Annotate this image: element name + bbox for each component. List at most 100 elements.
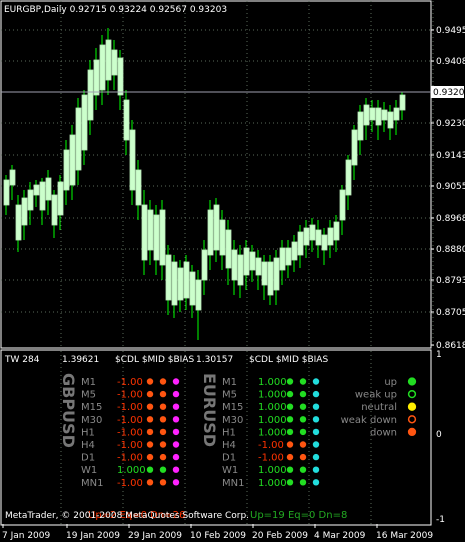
signal-dot: [286, 441, 294, 448]
signal-dot: [299, 390, 307, 398]
candle-body: [189, 271, 196, 306]
candles: [3, 28, 406, 340]
candle-body: [183, 261, 190, 299]
timeframe-value: -1.00: [117, 478, 143, 489]
price-axis-label: 0.87930: [436, 276, 465, 286]
legend-label: weak up: [355, 390, 397, 401]
signal-dot: [146, 441, 154, 448]
candle-body: [309, 224, 316, 241]
time-axis-label: 7 Jan 2009: [2, 531, 50, 541]
candle-body: [141, 204, 148, 261]
candle-body: [123, 99, 130, 141]
candle-body: [339, 189, 346, 221]
candle-body: [345, 159, 352, 196]
timeframe-label: W1: [81, 465, 97, 476]
candle-body: [303, 227, 310, 246]
signal-dot: [299, 428, 307, 436]
legend-dot: [407, 377, 417, 386]
candle-body: [93, 59, 100, 96]
timeframe-value: 1.000: [258, 402, 287, 413]
candle-body: [225, 229, 232, 269]
candle-body: [231, 249, 238, 281]
signal-dot: [312, 378, 320, 385]
signal-dot: [172, 416, 180, 423]
signal-dot: [172, 378, 180, 385]
candle-body: [147, 209, 154, 251]
candle-body: [81, 94, 88, 151]
candle-body: [165, 254, 172, 301]
candle-body: [291, 241, 298, 261]
signal-dot: [172, 453, 180, 461]
candle-body: [195, 279, 202, 311]
signal-dot: [159, 479, 167, 486]
signal-dot: [159, 403, 167, 410]
price-axis-label: 0.90555: [436, 182, 465, 192]
legend-dot: [407, 389, 417, 399]
candle-body: [99, 44, 106, 91]
candle-body: [213, 204, 220, 251]
signal-dot: [159, 441, 167, 448]
timeframe-label: M1: [222, 377, 237, 388]
timeframe-value: -1.00: [117, 453, 143, 464]
price-axis-label: 0.91430: [436, 151, 465, 161]
group-price: 1.30157: [196, 355, 233, 365]
signal-dot: [159, 453, 167, 461]
signal-dot: [146, 479, 154, 486]
time-axis-label: 19 Jan 2009: [66, 531, 120, 541]
indicator-scale: 1 0 -1: [436, 350, 445, 525]
candle-body: [387, 111, 394, 129]
timeframe-label: D1: [222, 453, 236, 464]
timeframe-label: H1: [222, 427, 236, 438]
signal-dot: [312, 403, 320, 410]
candle-body: [399, 94, 406, 111]
signal-dot: [286, 453, 294, 461]
legend-label: down: [370, 427, 397, 438]
current-price-label: 0.93203: [433, 88, 465, 98]
signal-dot: [159, 416, 167, 423]
chart-canvas[interactable]: EURGBP,Daily 0.92715 0.93224 0.92567 0.9…: [0, 0, 465, 542]
candle-body: [243, 247, 250, 276]
timeframe-value: -1.00: [117, 427, 143, 438]
signal-dot: [172, 390, 180, 398]
candle-body: [327, 227, 334, 246]
timeframe-value: -1.00: [117, 377, 143, 388]
price-axis-label: 0.94955: [436, 26, 465, 36]
timeframe-label: M15: [81, 402, 102, 413]
price-axis-label: 0.89680: [436, 214, 465, 224]
candle-body: [117, 57, 124, 96]
signal-dot: [146, 390, 154, 398]
timeframe-label: H4: [222, 440, 236, 451]
candle-body: [45, 177, 52, 201]
time-axis-label: 4 Mar 2009: [314, 531, 366, 541]
time-axis: 7 Jan 2009 19 Jan 2009 29 Jan 2009 10 Feb 2…: [2, 524, 433, 541]
candle-body: [321, 234, 328, 251]
candle-body: [69, 134, 76, 186]
candle-body: [33, 184, 40, 196]
timeframe-label: M15: [222, 402, 243, 413]
candle-body: [159, 209, 166, 266]
indicator-scale-label: 0: [436, 430, 442, 440]
signal-dot: [286, 390, 294, 398]
timeframe-value: -1.00: [117, 415, 143, 426]
time-axis-label: 29 Jan 2009: [128, 531, 182, 541]
signal-dot: [312, 453, 320, 461]
candle-body: [207, 209, 214, 256]
timeframe-label: H1: [81, 427, 95, 438]
candle-body: [9, 169, 16, 186]
candle-body: [177, 267, 184, 301]
legend-dot: [407, 402, 417, 411]
candle-body: [279, 247, 286, 271]
indicator-name: TW 284: [4, 355, 40, 365]
timeframe-value: -1.00: [258, 453, 284, 464]
timeframe-label: D1: [81, 453, 95, 464]
group-price: 1.39621: [62, 355, 99, 365]
signal-dot: [159, 428, 167, 436]
timeframe-value: 1.000: [258, 377, 287, 388]
signal-dot: [159, 466, 167, 473]
candle-body: [381, 109, 388, 121]
signal-dot: [172, 403, 180, 410]
timeframe-value: 1.000: [258, 465, 287, 476]
timeframe-label: MN1: [222, 478, 244, 489]
candle-body: [333, 221, 340, 241]
timeframe-label: M5: [81, 390, 96, 401]
